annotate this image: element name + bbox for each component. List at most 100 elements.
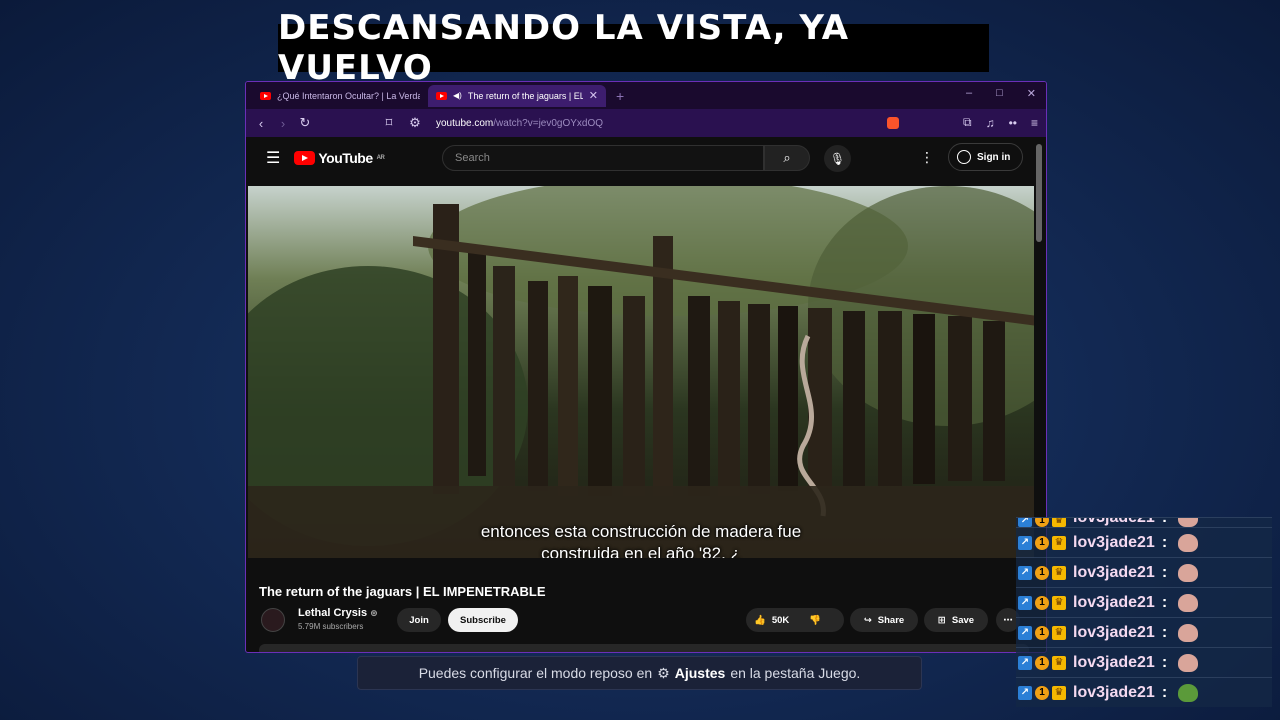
new-tab-button[interactable]: + xyxy=(616,88,624,104)
chat-message: ↗ 1 ♛ lov3jade21 : xyxy=(1016,677,1272,707)
join-button[interactable]: Join xyxy=(397,608,441,632)
channel-avatar[interactable] xyxy=(261,608,285,632)
pig-emote-icon xyxy=(1178,563,1199,582)
subtitle-line-2: construida en el año '82. ¿ xyxy=(541,544,741,558)
video-frame-forest xyxy=(248,186,1034,558)
pig-emote-icon xyxy=(1178,653,1199,672)
chat-separator: : xyxy=(1161,683,1168,701)
chat-message: ↗ 1 ♛ lov3jade21 : xyxy=(1016,517,1272,527)
youtube-logo[interactable]: YouTube AR xyxy=(294,150,385,166)
window-controls: – □ ✕ xyxy=(966,87,1036,100)
chat-separator: : xyxy=(1161,593,1168,611)
tier-badge-icon: 1 xyxy=(1035,655,1049,670)
url-path: /watch?v=jev0gOYxdOQ xyxy=(493,117,604,129)
pig-emote-icon xyxy=(1178,518,1199,527)
arrow-badge-icon: ↗ xyxy=(1018,595,1032,610)
pig-emote-icon xyxy=(1178,593,1199,612)
youtube-favicon-icon xyxy=(260,91,271,100)
chat-username[interactable]: lov3jade21 xyxy=(1073,594,1155,612)
share-button[interactable]: ↪ Share xyxy=(850,608,918,632)
youtube-favicon-icon xyxy=(436,91,447,100)
crown-badge-icon: ♛ xyxy=(1052,655,1066,670)
microphone-icon: 🎙 xyxy=(829,151,846,166)
minimize-icon[interactable]: – xyxy=(966,87,972,100)
chat-message: ↗ 1 ♛ lov3jade21 : xyxy=(1016,647,1272,677)
like-icon[interactable]: 👍 xyxy=(754,615,766,626)
maximize-icon[interactable]: □ xyxy=(996,87,1003,100)
arrow-badge-icon: ↗ xyxy=(1018,518,1032,527)
chat-username[interactable]: lov3jade21 xyxy=(1073,654,1155,672)
description-box[interactable] xyxy=(259,644,1029,652)
tab-active[interactable]: ◀) The return of the jaguars | EL ✕ xyxy=(428,84,606,107)
close-window-icon[interactable]: ✕ xyxy=(1027,87,1036,100)
voice-search-button[interactable]: 🎙 xyxy=(824,145,851,172)
back-icon[interactable]: ‹ xyxy=(250,116,272,131)
tab-bar: ¿Qué Intentaron Ocultar? | La Verda ◀) T… xyxy=(246,82,1046,109)
page-scrollbar[interactable] xyxy=(1036,144,1042,242)
browser-window: ¿Qué Intentaron Ocultar? | La Verda ◀) T… xyxy=(245,81,1047,653)
sign-in-button[interactable]: Sign in xyxy=(948,143,1023,171)
arrow-badge-icon: ↗ xyxy=(1018,625,1032,640)
account-icon xyxy=(957,150,971,164)
like-dislike-group: 👍 50K 👎 xyxy=(746,608,844,632)
crown-badge-icon: ♛ xyxy=(1052,685,1066,700)
toolbar-right: ⧉ ♫ •• ≡ xyxy=(887,115,1038,130)
forward-icon[interactable]: › xyxy=(272,116,294,131)
crown-badge-icon: ♛ xyxy=(1052,535,1066,550)
site-info-icon[interactable]: ⚙ xyxy=(404,115,426,131)
toast-settings-link[interactable]: Ajustes xyxy=(675,665,726,681)
chat-separator: : xyxy=(1161,563,1168,581)
chat-username[interactable]: lov3jade21 xyxy=(1073,534,1155,552)
chat-message: ↗ 1 ♛ lov3jade21 : xyxy=(1016,557,1272,587)
save-button[interactable]: ⊞ Save xyxy=(924,608,988,632)
region-code: AR xyxy=(376,155,385,161)
speaker-icon[interactable]: ◀) xyxy=(453,91,462,100)
tier-badge-icon: 1 xyxy=(1035,685,1049,700)
tier-badge-icon: 1 xyxy=(1035,565,1049,580)
url-host: youtube.com xyxy=(436,117,494,129)
tier-badge-icon: 1 xyxy=(1035,518,1049,527)
arrow-badge-icon: ↗ xyxy=(1018,655,1032,670)
crown-badge-icon: ♛ xyxy=(1052,565,1066,580)
chat-username[interactable]: lov3jade21 xyxy=(1073,684,1155,702)
close-tab-icon[interactable]: ✕ xyxy=(589,89,598,102)
arrow-badge-icon: ↗ xyxy=(1018,685,1032,700)
menu-icon[interactable]: ≡ xyxy=(1031,116,1038,130)
subscribe-button[interactable]: Subscribe xyxy=(448,608,518,632)
arrow-badge-icon: ↗ xyxy=(1018,535,1032,550)
crown-badge-icon: ♛ xyxy=(1052,518,1066,527)
search-button[interactable]: ⌕ xyxy=(764,145,810,171)
hamburger-menu-icon[interactable]: ☰ xyxy=(266,148,280,168)
reload-icon[interactable]: ↻ xyxy=(294,115,316,131)
video-title: The return of the jaguars | EL IMPENETRA… xyxy=(259,584,546,599)
extension-icon[interactable]: •• xyxy=(1009,116,1017,130)
share-icon: ↪ xyxy=(863,614,872,626)
search-input[interactable]: Search xyxy=(442,145,764,171)
screenshot-icon[interactable]: ⧉ xyxy=(963,115,972,130)
stream-chat: ↗ 1 ♛ lov3jade21 : ↗ 1 ♛ lov3jade21 : ↗ … xyxy=(1016,517,1272,713)
tab-inactive[interactable]: ¿Qué Intentaron Ocultar? | La Verda xyxy=(252,85,428,107)
channel-name-text: Lethal Crysis xyxy=(298,607,368,619)
tier-badge-icon: 1 xyxy=(1035,595,1049,610)
share-label: Share xyxy=(877,614,905,626)
youtube-header: ☰ YouTube AR Search ⌕ 🎙 ⋮ Sign in xyxy=(246,137,1036,179)
chat-separator: : xyxy=(1161,653,1168,671)
search-icon: ⌕ xyxy=(783,150,791,165)
chat-username[interactable]: lov3jade21 xyxy=(1073,564,1155,582)
subscriber-count: 5.79M subscribers xyxy=(298,622,364,631)
bookmark-icon[interactable]: ⌑ xyxy=(378,115,400,131)
music-icon[interactable]: ♫ xyxy=(986,116,995,130)
video-player[interactable]: entonces esta construcción de madera fue… xyxy=(248,186,1034,558)
channel-name[interactable]: Lethal Crysis ⊛ xyxy=(298,607,378,619)
chat-message: ↗ 1 ♛ lov3jade21 : xyxy=(1016,587,1272,617)
like-count[interactable]: 50K xyxy=(772,615,789,626)
pig-emote-icon xyxy=(1178,533,1199,552)
chat-username[interactable]: lov3jade21 xyxy=(1073,624,1155,642)
chat-username[interactable]: lov3jade21 xyxy=(1073,518,1155,527)
dislike-icon[interactable]: 👎 xyxy=(809,615,821,626)
brave-shield-icon[interactable] xyxy=(887,116,899,129)
more-options-icon[interactable]: ⋮ xyxy=(920,149,934,166)
crown-badge-icon: ♛ xyxy=(1052,625,1066,640)
url-field[interactable]: youtube.com/watch?v=jev0gOYxdOQ xyxy=(436,118,603,129)
tier-badge-icon: 1 xyxy=(1035,535,1049,550)
